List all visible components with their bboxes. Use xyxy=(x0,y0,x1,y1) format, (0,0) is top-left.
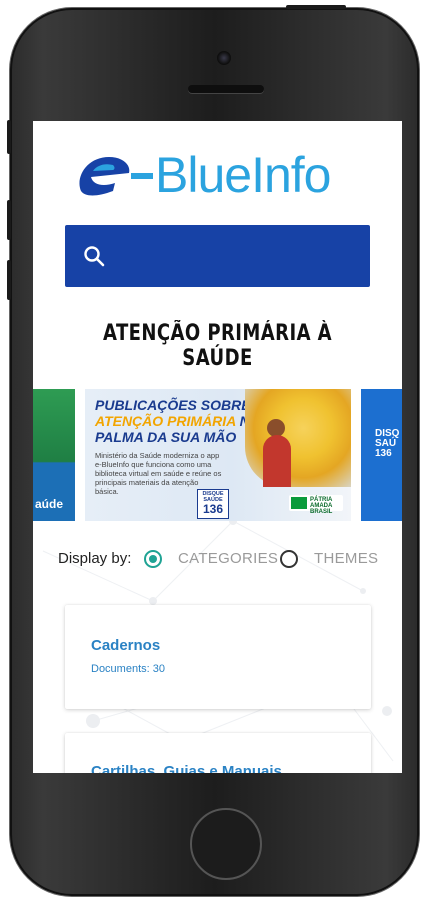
themes-radio[interactable] xyxy=(280,550,298,568)
banner-slide-label: aúde xyxy=(35,497,64,511)
banner-slide-next[interactable]: DISQ SAÚ 136 xyxy=(361,389,402,521)
banner-photo xyxy=(245,389,351,487)
category-title: Cadernos xyxy=(91,637,161,654)
display-by-selector: Display by: CATEGORIES THEMES xyxy=(58,548,398,570)
banner-headline-highlight: ATENÇÃO PRIMÁRIA xyxy=(95,413,236,429)
category-card[interactable]: Cartilhas, Guias e Manuais xyxy=(65,733,371,773)
app-logo: BlueInfo xyxy=(73,143,363,207)
banner-slide-previous[interactable]: aúde xyxy=(33,389,75,521)
themes-radio-label[interactable]: THEMES xyxy=(314,550,378,567)
volume-down-button xyxy=(7,260,11,300)
categories-radio[interactable] xyxy=(144,550,162,568)
page-title: ATENÇÃO PRIMÁRIA À SAÚDE xyxy=(102,321,333,371)
category-title: Cartilhas, Guias e Manuais xyxy=(91,763,282,773)
banner-carousel[interactable]: aúde PUBLICAÇÕES SOBRE A ATENÇÃO PRIMÁRI… xyxy=(33,389,402,521)
brazil-flag-icon xyxy=(291,497,307,509)
search-input[interactable] xyxy=(119,239,363,275)
banner-headline-line2: ATENÇÃO PRIMÁRIA NA xyxy=(95,413,260,429)
home-button[interactable] xyxy=(190,808,262,880)
display-by-label: Display by: xyxy=(58,550,132,567)
banner-slide-current[interactable]: PUBLICAÇÕES SOBRE A ATENÇÃO PRIMÁRIA NA … xyxy=(85,389,351,521)
camera-icon xyxy=(217,51,231,65)
mute-switch xyxy=(7,120,11,154)
categories-radio-label[interactable]: CATEGORIES xyxy=(178,550,278,567)
banner-headline-line1: PUBLICAÇÕES SOBRE A xyxy=(95,397,265,413)
category-document-count: Documents: 30 xyxy=(91,663,165,675)
category-card[interactable]: Cadernos Documents: 30 xyxy=(65,605,371,709)
speaker-grille xyxy=(188,85,264,93)
banner-slide-next-label: DISQ SAÚ 136 xyxy=(375,428,400,459)
brasil-label: PÁTRIA AMADA BRASIL xyxy=(310,497,333,515)
app-screen: BlueInfo ATENÇÃO PRIMÁRIA À SAÚDE aúde P… xyxy=(33,121,402,773)
power-button xyxy=(286,5,346,9)
disque-number: 136 xyxy=(202,502,224,516)
logo-text: BlueInfo xyxy=(155,147,331,203)
search-icon[interactable] xyxy=(83,245,105,267)
logo-e-mark-icon xyxy=(79,157,153,196)
person-figure xyxy=(263,435,291,487)
banner-headline-line3: PALMA DA SUA MÃO xyxy=(95,429,237,445)
brasil-logo: PÁTRIA AMADA BRASIL xyxy=(289,495,343,515)
search-bar[interactable] xyxy=(65,225,370,287)
disque-saude-badge: DISQUE SAÚDE 136 xyxy=(197,489,229,519)
volume-up-button xyxy=(7,200,11,240)
